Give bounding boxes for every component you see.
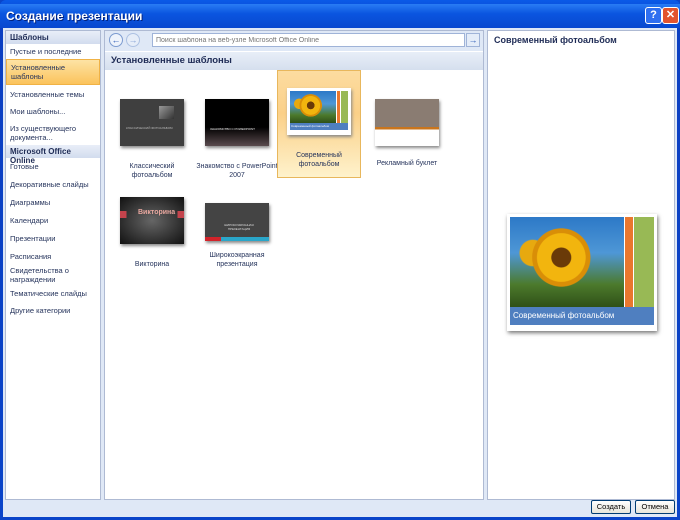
sidebar-item-installed-templates[interactable]: Установленные шаблоны	[6, 59, 100, 85]
search-go-button[interactable]: →	[466, 33, 480, 47]
preview-panel: Современный фотоальбом Современный фотоа…	[487, 30, 675, 500]
sidebar-item-blank[interactable]: Пустые и последние	[6, 44, 100, 59]
template-thumbnail	[375, 99, 439, 146]
sidebar-header-office-online: Microsoft Office Online	[6, 145, 100, 165]
sidebar-item-presentations[interactable]: Презентации	[6, 231, 100, 249]
help-button[interactable]: ?	[645, 7, 662, 24]
sidebar-item-calendars[interactable]: Календари	[6, 213, 100, 231]
sidebar-item-installed-themes[interactable]: Установленные темы	[6, 85, 100, 104]
dialog-body: Шаблоны Пустые и последние Установленные…	[3, 28, 677, 517]
template-tile[interactable]: ШИРОКОЭКРАННАЯ ПРЕЗЕНТАЦИЯ Широкоэкранна…	[195, 189, 279, 297]
template-thumbnail: Современный фотоальбом	[287, 88, 351, 135]
sidebar: Шаблоны Пустые и последние Установленные…	[5, 30, 101, 500]
template-thumbnail: ЗНАКОМСТВО С POWERPOINT	[205, 99, 269, 146]
template-tile[interactable]: КЛАССИЧЕСКИЙ ФОТОАЛЬБОМ Классический фот…	[110, 81, 194, 189]
sidebar-item-decorative[interactable]: Декоративные слайды	[6, 177, 100, 195]
sidebar-item-other[interactable]: Другие категории	[6, 304, 100, 317]
window-title: Создание презентации	[6, 9, 143, 23]
sidebar-item-awards[interactable]: Свидетельства о награждении	[6, 264, 100, 286]
sidebar-item-thematic[interactable]: Тематические слайды	[6, 286, 100, 304]
dialog-window: Создание презентации ? ✕ Шаблоны Пустые …	[0, 0, 680, 520]
forward-button[interactable]: →	[126, 33, 140, 47]
template-thumbnail: ШИРОКОЭКРАННАЯ ПРЕЗЕНТАЦИЯ	[205, 203, 269, 241]
sidebar-item-from-existing[interactable]: Из существующего документа...	[6, 121, 100, 145]
template-label: Рекламный буклет	[376, 160, 438, 167]
template-thumbnail: КЛАССИЧЕСКИЙ ФОТОАЛЬБОМ	[120, 99, 184, 146]
template-tile-selected[interactable]: Современный фотоальбом Современный фотоа…	[277, 70, 361, 178]
template-tile[interactable]: Викторина Викторина	[110, 189, 194, 297]
sidebar-item-diagrams[interactable]: Диаграммы	[6, 195, 100, 213]
title-bar[interactable]: Создание презентации ? ✕	[0, 4, 680, 28]
preview-caption: Современный фотоальбом	[510, 307, 654, 325]
templates-panel: ← → → Установленные шаблоны КЛАССИЧЕСКИЙ…	[104, 30, 484, 500]
template-label: Классический фотоальбом	[129, 163, 175, 179]
create-button[interactable]: Создать	[591, 500, 631, 514]
close-button[interactable]: ✕	[662, 7, 679, 24]
template-label: Широкоэкранная презентация	[209, 252, 265, 268]
preview-image: Современный фотоальбом	[507, 214, 657, 331]
cancel-button[interactable]: Отмена	[635, 500, 675, 514]
template-label: Викторина	[134, 261, 170, 268]
sidebar-header-templates: Шаблоны	[6, 31, 100, 44]
nav-bar: ← → →	[105, 31, 483, 51]
template-label: Современный фотоальбом	[296, 152, 342, 168]
preview-title: Современный фотоальбом	[494, 35, 617, 45]
section-heading: Установленные шаблоны	[105, 52, 483, 70]
sidebar-item-my-templates[interactable]: Мои шаблоны...	[6, 104, 100, 121]
search-input[interactable]	[152, 33, 465, 47]
template-tile[interactable]: Рекламный буклет	[365, 81, 449, 189]
back-button[interactable]: ←	[109, 33, 123, 47]
sidebar-item-schedules[interactable]: Расписания	[6, 249, 100, 264]
template-thumbnail: Викторина	[120, 197, 184, 244]
template-label: Знакомство с PowerPoint 2007	[196, 163, 278, 179]
template-tile[interactable]: ЗНАКОМСТВО С POWERPOINT Знакомство с Pow…	[195, 81, 279, 189]
